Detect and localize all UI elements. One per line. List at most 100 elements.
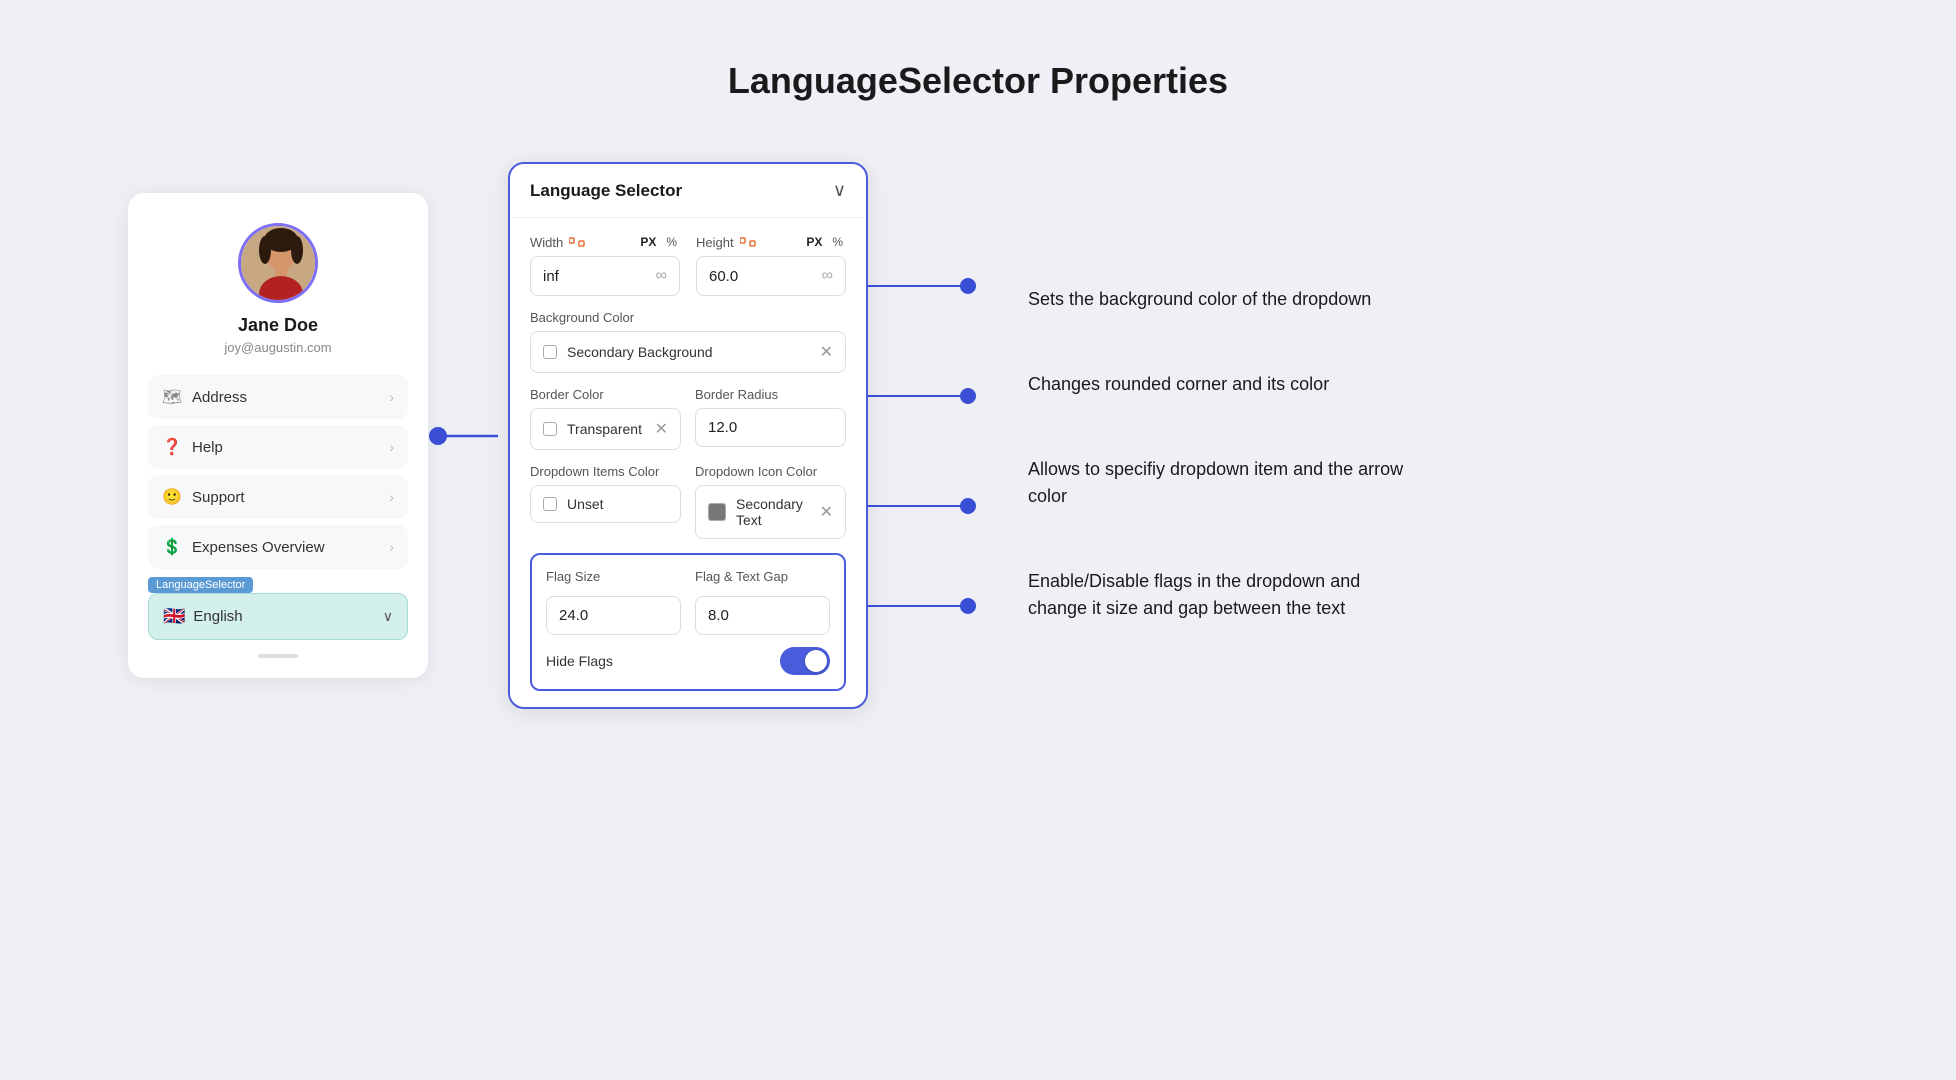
annotation-bg-color: Sets the background color of the dropdow…	[1028, 286, 1408, 313]
dropdown-icon-field[interactable]: Secondary Text ✕	[695, 485, 846, 539]
height-unit-percent[interactable]: %	[829, 234, 846, 250]
dropdown-icon-clear-button[interactable]: ✕	[820, 502, 833, 522]
background-color-section: Background Color Secondary Background ✕	[530, 310, 846, 373]
height-group: Height PX % 60.0	[696, 234, 846, 296]
scrollbar-indicator	[258, 654, 298, 658]
width-value: inf	[543, 268, 559, 285]
border-radius-input[interactable]: 12.0	[695, 408, 846, 447]
bg-color-clear-button[interactable]: ✕	[820, 342, 833, 362]
flag-size-group: Flag Size 24.0	[546, 569, 681, 635]
dropdown-items-label: Dropdown Items Color	[530, 464, 681, 479]
menu-label-support: Support	[192, 489, 245, 506]
border-radius-value: 12.0	[708, 419, 737, 436]
help-icon: ❓	[162, 437, 182, 457]
dropdown-items-field[interactable]: Unset	[530, 485, 681, 523]
flag-gap-value: 8.0	[708, 607, 729, 624]
flag-size-value: 24.0	[559, 607, 588, 624]
border-row: Border Color Transparent ✕ Border Radius…	[530, 387, 846, 450]
chevron-right-icon: ›	[389, 539, 394, 555]
infinity-icon: ∞	[656, 267, 667, 285]
language-item[interactable]: 🇬🇧 English ∨	[148, 593, 408, 640]
user-name: Jane Doe	[238, 315, 318, 336]
menu-label-help: Help	[192, 439, 223, 456]
annotation-flags: Enable/Disable flags in the dropdown and…	[1028, 568, 1408, 622]
bg-color-label: Background Color	[530, 310, 846, 325]
border-color-checkbox[interactable]	[543, 422, 557, 436]
dimension-row: Width PX % inf	[530, 234, 846, 296]
dropdown-items-checkbox[interactable]	[543, 497, 557, 511]
language-selector-tag: LanguageSelector	[148, 577, 253, 593]
flag-section: Flag Size 24.0 Flag & Text Gap 8.0 Hide …	[530, 553, 846, 691]
height-label: Height	[696, 235, 734, 250]
annotation-border: Changes rounded corner and its color	[1028, 371, 1408, 398]
dropdown-items-value: Unset	[567, 496, 668, 512]
border-color-value: Transparent	[567, 421, 645, 437]
language-text: English	[193, 608, 242, 625]
height-input[interactable]: 60.0 ∞	[696, 256, 846, 296]
page-title: LanguageSelector Properties	[728, 60, 1228, 102]
hide-flags-row: Hide Flags	[546, 647, 830, 675]
bg-color-value: Secondary Background	[567, 344, 810, 360]
height-unit-px[interactable]: PX	[803, 234, 825, 250]
chevron-right-icon: ›	[389, 439, 394, 455]
hide-flags-toggle[interactable]	[780, 647, 830, 675]
address-icon: 🗺	[162, 387, 182, 407]
border-radius-label: Border Radius	[695, 387, 846, 402]
flag-icon: 🇬🇧	[163, 606, 185, 627]
menu-label-expenses: Expenses Overview	[192, 539, 325, 556]
width-label: Width	[530, 235, 563, 250]
unit-percent[interactable]: %	[663, 234, 680, 250]
chevron-right-icon: ›	[389, 389, 394, 405]
dropdown-icon-swatch	[708, 503, 726, 521]
border-color-field[interactable]: Transparent ✕	[530, 408, 681, 450]
dropdown-items-section: Dropdown Items Color Unset	[530, 464, 681, 539]
width-adjust-icon	[569, 236, 585, 248]
dropdown-icon-value: Secondary Text	[736, 496, 810, 528]
bg-color-field[interactable]: Secondary Background ✕	[530, 331, 846, 373]
connector-left	[428, 386, 508, 486]
flag-gap-input[interactable]: 8.0	[695, 596, 830, 635]
flag-size-label: Flag Size	[546, 569, 681, 584]
menu-label-address: Address	[192, 389, 247, 406]
border-color-clear-button[interactable]: ✕	[655, 419, 668, 439]
annotations: Sets the background color of the dropdow…	[1028, 221, 1408, 650]
user-email: joy@augustin.com	[224, 340, 331, 355]
infinity-icon-2: ∞	[822, 267, 833, 285]
height-adjust-icon	[740, 236, 756, 248]
chevron-down-icon: ∨	[383, 608, 393, 625]
annotation-text-border: Changes rounded corner and its color	[1028, 371, 1329, 398]
avatar	[238, 223, 318, 303]
collapse-icon[interactable]: ∨	[833, 180, 846, 201]
flag-size-input[interactable]: 24.0	[546, 596, 681, 635]
unit-px[interactable]: PX	[637, 234, 659, 250]
menu-item-address[interactable]: 🗺 Address ›	[148, 375, 408, 419]
panel-body: Width PX % inf	[510, 218, 866, 707]
toggle-knob	[805, 650, 827, 672]
menu-item-support[interactable]: 🙂 Support ›	[148, 475, 408, 519]
menu-item-expenses[interactable]: 💲 Expenses Overview ›	[148, 525, 408, 569]
flag-gap-group: Flag & Text Gap 8.0	[695, 569, 830, 635]
border-radius-section: Border Radius 12.0	[695, 387, 846, 450]
annotation-text-bg: Sets the background color of the dropdow…	[1028, 286, 1371, 313]
width-group: Width PX % inf	[530, 234, 680, 296]
menu-item-help[interactable]: ❓ Help ›	[148, 425, 408, 469]
panel-title: Language Selector	[530, 181, 682, 201]
connector-lines	[868, 196, 988, 676]
bg-color-checkbox[interactable]	[543, 345, 557, 359]
border-color-section: Border Color Transparent ✕	[530, 387, 681, 450]
border-color-label: Border Color	[530, 387, 681, 402]
dropdown-icon-section: Dropdown Icon Color Secondary Text ✕	[695, 464, 846, 539]
dropdown-row: Dropdown Items Color Unset Dropdown Icon…	[530, 464, 846, 539]
hide-flags-label: Hide Flags	[546, 653, 613, 669]
flag-gap-label: Flag & Text Gap	[695, 569, 830, 584]
height-value: 60.0	[709, 268, 738, 285]
panel-header: Language Selector ∨	[510, 164, 866, 218]
support-icon: 🙂	[162, 487, 182, 507]
annotation-dropdown-icon: Allows to specifiy dropdown item and the…	[1028, 456, 1408, 510]
flag-row: Flag Size 24.0 Flag & Text Gap 8.0	[546, 569, 830, 635]
annotation-text-flags: Enable/Disable flags in the dropdown and…	[1028, 568, 1408, 622]
dropdown-icon-label: Dropdown Icon Color	[695, 464, 846, 479]
chevron-right-icon: ›	[389, 489, 394, 505]
properties-panel: Language Selector ∨ Width	[508, 162, 868, 709]
width-input[interactable]: inf ∞	[530, 256, 680, 296]
